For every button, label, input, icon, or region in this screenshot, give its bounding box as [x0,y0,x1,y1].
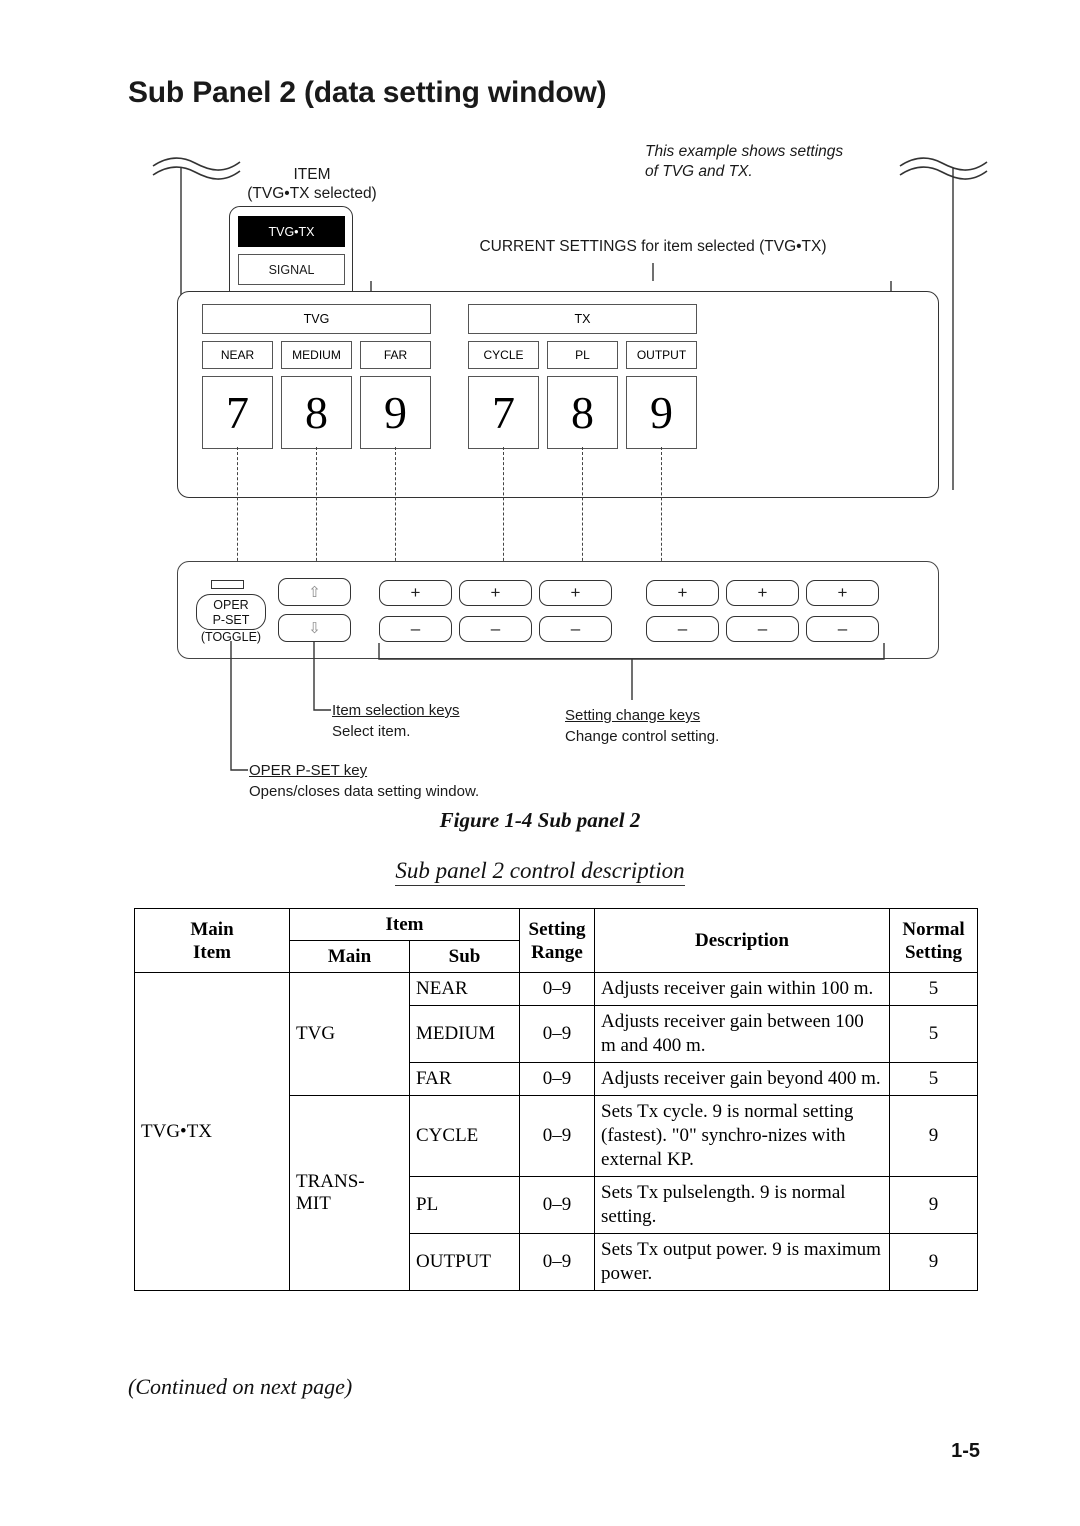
th-main-item: Main Item [134,908,290,973]
cell-normal-pl: 9 [889,1176,979,1234]
cell-range-cycle: 0–9 [519,1095,596,1177]
control-description-table: Main Item Item Setting Range Description… [134,908,979,1291]
item-label-line2: (TVG•TX selected) [247,185,377,202]
cell-main-item-tvg-tx: TVG•TX [134,972,290,1291]
cell-sub-cycle: CYCLE [408,1095,521,1177]
callout-item-selection-keys: Item selection keys Select item. [332,700,592,742]
cell-desc-far: Adjusts receiver gain beyond 400 m. [594,1062,891,1096]
th-item-sub: Sub [408,940,521,973]
th-normal-setting: Normal Setting [889,908,979,973]
value-near: 7 [202,376,273,449]
figure-sub-panel-2: ITEM (TVG•TX selected) This example show… [0,0,1080,810]
section-subtitle-text: Sub panel 2 control description [395,858,685,886]
cell-desc-output: Sets Tx output power. 9 is maximum power… [594,1233,891,1291]
cell-normal-output: 9 [889,1233,979,1291]
sub-header-output: OUTPUT [626,341,697,369]
value-far: 9 [360,376,431,449]
current-settings-panel: TVG NEAR MEDIUM FAR 7 8 9 TX CYCLE PL OU… [177,291,939,498]
cell-sub-near: NEAR [408,972,521,1006]
table-row: TVG•TX TVG NEAR 0–9 Adjusts receiver gai… [134,972,979,1291]
callout-item-selection-title: Item selection keys [332,702,460,719]
item-label-line1: ITEM [293,166,331,183]
cell-range-pl: 0–9 [519,1176,596,1234]
group-header-tvg: TVG [202,304,431,334]
cell-range-output: 0–9 [519,1233,596,1291]
current-settings-label: CURRENT SETTINGS for item selected (TVG•… [479,238,827,255]
th-item: Item [288,908,521,941]
example-note: This example shows settings of TVG and T… [645,143,844,180]
cell-sub-pl: PL [408,1176,521,1234]
item-option-tvg-tx[interactable]: TVG•TX [238,216,345,247]
document-page: Sub Panel 2 (data setting window) ITEM (… [0,0,1080,1526]
cell-sub-output: OUTPUT [408,1233,521,1291]
item-option-signal[interactable]: SIGNAL [238,254,345,285]
cell-normal-far: 5 [889,1062,979,1096]
value-pl: 8 [547,376,618,449]
value-medium: 8 [281,376,352,449]
table-header-row-1: Main Item Item Setting Range Description… [134,908,979,973]
callout-setting-change-keys: Setting change keys Change control setti… [565,705,865,747]
cell-sub-medium: MEDIUM [408,1005,521,1063]
th-description: Description [594,908,891,973]
sub-header-cycle: CYCLE [468,341,539,369]
figure-caption: Figure 1-4 Sub panel 2 [439,808,641,832]
callout-setting-change-body: Change control setting. [565,728,720,745]
cell-group-transmit: TRANS- MIT [289,1095,410,1291]
th-setting-range: Setting Range [519,908,596,973]
cell-normal-near: 5 [889,972,979,1006]
continued-note: (Continued on next page) [128,1374,353,1399]
sub-header-pl: PL [547,341,618,369]
cell-normal-cycle: 9 [889,1095,979,1177]
cell-group-tvg: TVG [289,972,410,1096]
cell-group-transmit-text: TRANS- MIT [296,1171,365,1214]
group-header-tx: TX [468,304,697,334]
th-main-item-text: Main Item [190,918,234,963]
sub-header-far: FAR [360,341,431,369]
th-setting-range-text: Setting Range [528,918,586,963]
callout-leader-lines [230,641,885,771]
cell-range-far: 0–9 [519,1062,596,1096]
th-item-main: Main [289,940,410,973]
cell-normal-medium: 5 [889,1005,979,1063]
cell-desc-pl: Sets Tx pulselength. 9 is normal setting… [594,1176,891,1234]
callout-oper-pset-key: OPER P-SET key Opens/closes data setting… [249,760,649,802]
callout-oper-pset-title: OPER P-SET key [249,762,368,779]
callout-item-selection-body: Select item. [332,723,411,740]
cell-sub-far: FAR [408,1062,521,1096]
cell-desc-near: Adjusts receiver gain within 100 m. [594,972,891,1006]
callout-setting-change-title: Setting change keys [565,707,701,724]
value-output: 9 [626,376,697,449]
section-subtitle: Sub panel 2 control description [0,858,1080,886]
cell-range-medium: 0–9 [519,1005,596,1063]
cell-desc-cycle: Sets Tx cycle. 9 is normal setting (fast… [594,1095,891,1177]
th-normal-setting-text: Normal Setting [902,918,965,963]
cell-desc-medium: Adjusts receiver gain between 100 m and … [594,1005,891,1063]
page-number: 1-5 [951,1440,980,1462]
sub-header-near: NEAR [202,341,273,369]
item-label: ITEM (TVG•TX selected) [222,165,402,203]
cell-range-near: 0–9 [519,972,596,1006]
sub-header-medium: MEDIUM [281,341,352,369]
callout-oper-pset-body: Opens/closes data setting window. [249,783,480,800]
value-cycle: 7 [468,376,539,449]
